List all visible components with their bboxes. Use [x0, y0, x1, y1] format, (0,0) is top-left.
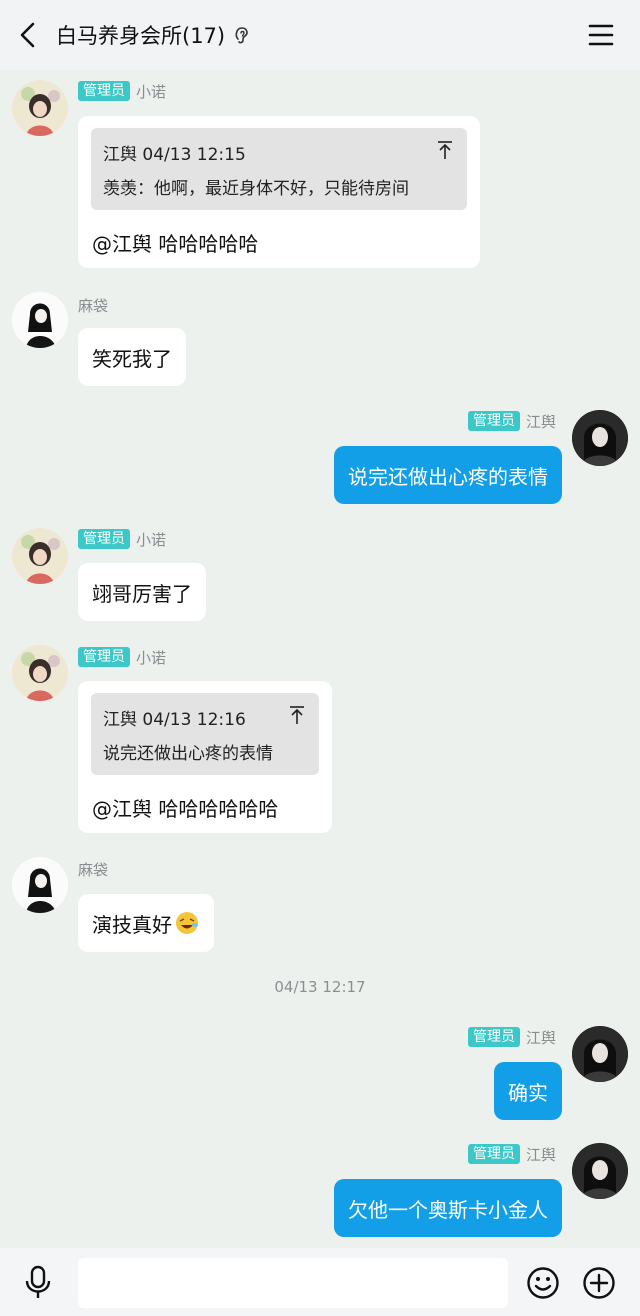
plus-icon[interactable]	[582, 1266, 616, 1300]
laughing-emoji-icon	[176, 912, 198, 934]
admin-badge: 管理员	[467, 411, 520, 431]
avatar-xiaonuo[interactable]	[12, 80, 68, 136]
message-bubble[interactable]: 江舆 04/13 12:16 说完还做出心疼的表情 @江舆 哈哈哈哈哈哈	[78, 681, 332, 833]
avatar-madai[interactable]	[12, 857, 68, 913]
message-bubble[interactable]: 翊哥厉害了	[78, 563, 206, 621]
admin-badge: 管理员	[467, 1144, 520, 1164]
message-input[interactable]	[78, 1258, 508, 1308]
sender-meta: 麻袋	[78, 858, 108, 880]
quote-header: 江舆 04/13 12:16	[103, 710, 246, 730]
admin-badge: 管理员	[78, 81, 130, 101]
admin-badge: 管理员	[78, 529, 130, 549]
sender-meta: 管理员 小诺	[78, 528, 166, 550]
jump-to-quote-icon[interactable]	[437, 140, 453, 160]
message-bubble[interactable]: 江舆 04/13 12:15 羡羡：他啊，最近身体不好，只能待房间 @江舆 哈哈…	[78, 116, 480, 268]
message-bubble[interactable]: 确实	[494, 1062, 562, 1120]
sender-name: 小诺	[136, 82, 167, 101]
quoted-message[interactable]: 江舆 04/13 12:15 羡羡：他啊，最近身体不好，只能待房间	[91, 128, 467, 210]
message-bubble[interactable]: 演技真好	[78, 894, 214, 952]
quote-header: 江舆 04/13 12:15	[103, 145, 246, 165]
sender-name: 江舆	[525, 412, 556, 431]
avatar-jiangyu[interactable]	[572, 1143, 628, 1199]
sender-meta: 管理员 小诺	[78, 646, 166, 668]
jump-to-quote-icon[interactable]	[289, 705, 305, 725]
sender-name: 江舆	[525, 1028, 556, 1047]
chevron-left-icon[interactable]	[14, 20, 44, 50]
sender-meta: 管理员 江舆	[467, 1143, 556, 1165]
timestamp: 04/13 12:17	[274, 978, 366, 996]
message-text: 说完还做出心疼的表情	[348, 464, 548, 489]
sender-name: 麻袋	[78, 296, 109, 315]
sender-name: 小诺	[136, 648, 167, 667]
avatar-jiangyu[interactable]	[572, 1026, 628, 1082]
sender-name: 小诺	[136, 530, 167, 549]
quoted-message[interactable]: 江舆 04/13 12:16 说完还做出心疼的表情	[91, 693, 319, 775]
ear-icon[interactable]	[233, 25, 251, 45]
message-text: @江舆 哈哈哈哈哈	[92, 232, 259, 256]
sender-meta: 管理员 江舆	[467, 410, 556, 432]
chat-title: 白马养身会所(17)	[56, 24, 226, 48]
sender-name: 江舆	[525, 1145, 556, 1164]
emoji-icon[interactable]	[526, 1266, 560, 1300]
admin-badge: 管理员	[78, 647, 130, 667]
sender-meta: 麻袋	[78, 294, 108, 316]
message-bubble[interactable]: 笑死我了	[78, 328, 186, 386]
quote-text: 羡羡：他啊，最近身体不好，只能待房间	[103, 179, 409, 199]
message-text: 演技真好	[92, 912, 172, 937]
message-text: 翊哥厉害了	[92, 581, 192, 606]
avatar-madai[interactable]	[12, 292, 68, 348]
admin-badge: 管理员	[467, 1027, 520, 1047]
message-text: 确实	[508, 1080, 548, 1105]
sender-meta: 管理员 江舆	[467, 1026, 556, 1048]
message-text: @江舆 哈哈哈哈哈哈	[92, 797, 279, 821]
avatar-xiaonuo[interactable]	[12, 528, 68, 584]
avatar-jiangyu[interactable]	[572, 410, 628, 466]
message-text: 欠他一个奥斯卡小金人	[348, 1197, 548, 1222]
sender-meta: 管理员 小诺	[78, 80, 166, 102]
quote-text: 说完还做出心疼的表情	[103, 744, 273, 764]
hamburger-menu-icon[interactable]	[588, 22, 614, 48]
message-bubble[interactable]: 说完还做出心疼的表情	[334, 446, 562, 504]
message-bubble[interactable]: 欠他一个奥斯卡小金人	[334, 1179, 562, 1237]
microphone-icon[interactable]	[22, 1265, 54, 1299]
sender-name: 麻袋	[78, 860, 109, 879]
avatar-xiaonuo[interactable]	[12, 645, 68, 701]
message-text: 笑死我了	[92, 346, 172, 371]
top-bar: 白马养身会所(17)	[0, 0, 640, 70]
